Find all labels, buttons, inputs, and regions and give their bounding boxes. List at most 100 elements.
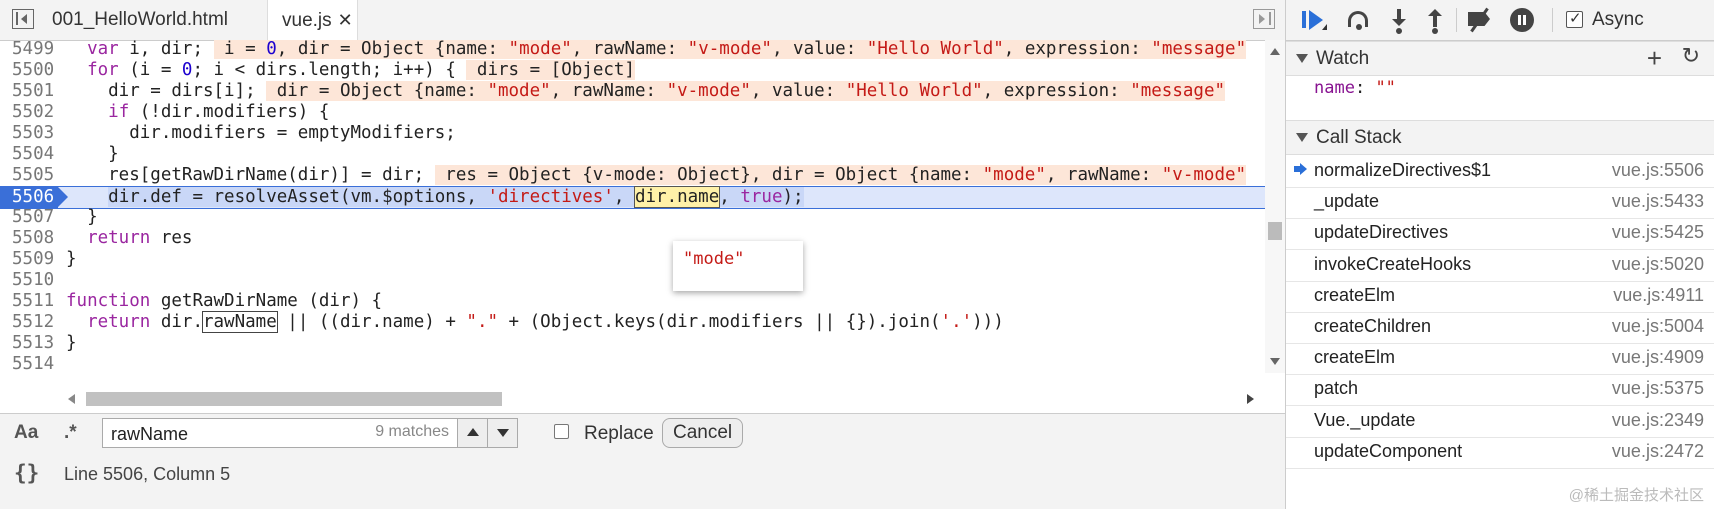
frame-location[interactable]: vue.js:4909: [1612, 347, 1704, 368]
toolbar-divider: [1552, 8, 1553, 32]
frame-location[interactable]: vue.js:5004: [1612, 316, 1704, 337]
call-frame[interactable]: Vue._update vue.js:2349: [1286, 404, 1714, 438]
editor-pane: 001_HelloWorld.html vue.js ✕ 5499 var i, …: [0, 0, 1286, 509]
refresh-icon[interactable]: ↻: [1682, 43, 1700, 69]
regex-button[interactable]: .*: [64, 422, 77, 444]
line-number[interactable]: 5508: [0, 228, 56, 249]
code-line[interactable]: 5513}: [0, 333, 1265, 354]
frame-location[interactable]: vue.js:2472: [1612, 441, 1704, 462]
line-number[interactable]: 5509: [0, 249, 56, 270]
line-number[interactable]: 5505: [0, 165, 56, 186]
toggle-debugger-icon[interactable]: [1253, 9, 1275, 29]
watch-expression[interactable]: name: "": [1314, 78, 1396, 98]
line-number[interactable]: 5507: [0, 207, 56, 228]
watch-key: name: [1314, 78, 1355, 98]
async-checkbox[interactable]: [1566, 9, 1583, 28]
add-expression-icon[interactable]: +: [1647, 43, 1662, 74]
line-number[interactable]: 5501: [0, 81, 56, 102]
frame-location[interactable]: vue.js:4911: [1613, 285, 1704, 306]
line-number[interactable]: 5506: [0, 187, 68, 208]
code-line[interactable]: 5511 function getRawDirName (dir) {: [0, 291, 1265, 312]
step-into-icon[interactable]: [1386, 6, 1414, 34]
call-frame[interactable]: _update vue.js:5433: [1286, 185, 1714, 220]
call-frame[interactable]: normalizeDirectives$1 vue.js:5506: [1286, 154, 1714, 188]
pretty-print-icon[interactable]: {}: [14, 461, 39, 485]
step-out-icon[interactable]: [1422, 6, 1450, 34]
line-number[interactable]: 5514: [0, 354, 56, 373]
call-frame[interactable]: createChildren vue.js:5004: [1286, 310, 1714, 344]
line-number[interactable]: 5511: [0, 291, 56, 312]
line-number[interactable]: 5504: [0, 144, 56, 165]
call-frame[interactable]: invokeCreateHooks vue.js:5020: [1286, 248, 1714, 282]
code-text: function getRawDirName (dir) {: [66, 291, 383, 311]
next-match-icon[interactable]: [488, 419, 517, 447]
code-line[interactable]: 5512 return dir.rawName || ((dir.name) +…: [0, 311, 1265, 333]
call-frame[interactable]: updateDirectives vue.js:5425: [1286, 216, 1714, 251]
resume-icon[interactable]: [1300, 6, 1328, 34]
frame-function: createElm: [1314, 284, 1396, 305]
line-number[interactable]: 5513: [0, 333, 56, 354]
line-number[interactable]: 5499: [0, 40, 56, 60]
code-line[interactable]: 5503 dir.modifiers = emptyModifiers;: [0, 123, 1265, 144]
frame-location[interactable]: vue.js:5506: [1612, 160, 1704, 181]
previous-match-icon[interactable]: [458, 419, 488, 447]
replace-checkbox[interactable]: [554, 424, 569, 439]
tab-vue-js[interactable]: vue.js ✕: [268, 0, 358, 41]
code-line[interactable]: 5510: [0, 270, 1265, 291]
step-over-icon[interactable]: [1346, 6, 1374, 34]
call-frame[interactable]: createElm vue.js:4911: [1286, 279, 1714, 313]
close-icon[interactable]: ✕: [338, 10, 353, 30]
vertical-scrollbar[interactable]: [1265, 40, 1285, 373]
pause-on-exceptions-icon[interactable]: [1508, 6, 1536, 34]
call-frame[interactable]: createElm vue.js:4909: [1286, 341, 1714, 376]
code-line[interactable]: 5508 return res: [0, 228, 1265, 249]
line-number[interactable]: 5500: [0, 60, 56, 81]
code-line[interactable]: 5505 res[getRawDirName(dir)] = dir; res …: [0, 165, 1265, 186]
scroll-left-icon[interactable]: [68, 394, 75, 404]
code-text: return res: [87, 228, 193, 248]
watermark: @稀土掘金技术社区: [1568, 487, 1704, 504]
line-number[interactable]: 5510: [0, 270, 56, 291]
code-line[interactable]: 5501 dir = dirs[i]; dir = Object {name: …: [0, 81, 1265, 102]
frame-location[interactable]: vue.js:5375: [1612, 378, 1704, 399]
tab-hello-world-html[interactable]: 001_HelloWorld.html: [38, 0, 268, 40]
debugger-sidebar: Async Watch + ↻ name: "" Call Stack norm…: [1286, 0, 1714, 509]
current-code-line[interactable]: 5506 dir.def = resolveAsset(vm.$options,…: [0, 186, 1265, 209]
call-frame[interactable]: updateComponent vue.js:2472: [1286, 435, 1714, 469]
cancel-button[interactable]: Cancel: [662, 418, 744, 448]
code-line[interactable]: 5509}: [0, 249, 1265, 270]
code-editor[interactable]: 5499 var i, dir; i = 0, dir = Object {na…: [0, 40, 1265, 373]
line-number[interactable]: 5512: [0, 312, 56, 333]
code-line[interactable]: 5514: [0, 354, 1265, 373]
code-line[interactable]: 5502 if (!dir.modifiers) {: [0, 102, 1265, 123]
code-text: for (i = 0; i < dirs.length; i++) { dirs…: [87, 60, 635, 80]
callstack-section-header[interactable]: Call Stack: [1286, 120, 1714, 155]
line-number[interactable]: 5502: [0, 102, 56, 123]
code-line[interactable]: 5500 for (i = 0; i < dirs.length; i++) {…: [0, 60, 1265, 81]
line-number[interactable]: 5503: [0, 123, 56, 144]
search-bar: Aa .* 9 matches Replace Cancel: [0, 413, 1285, 454]
code-text: var i, dir; i = 0, dir = Object {name: "…: [87, 40, 1247, 59]
toggle-navigator-icon[interactable]: [12, 9, 34, 29]
scroll-right-icon[interactable]: [1247, 394, 1254, 404]
frame-location[interactable]: vue.js:5433: [1612, 191, 1704, 212]
deactivate-breakpoints-icon[interactable]: [1466, 6, 1494, 34]
horizontal-scrollbar[interactable]: [66, 389, 1256, 409]
call-frame[interactable]: patch vue.js:5375: [1286, 372, 1714, 407]
scroll-thumb[interactable]: [1268, 222, 1282, 240]
scroll-thumb[interactable]: [86, 392, 502, 406]
watch-section-header[interactable]: Watch + ↻: [1286, 41, 1714, 76]
callstack-title: Call Stack: [1316, 127, 1402, 148]
watch-title: Watch: [1316, 48, 1370, 69]
match-case-button[interactable]: Aa: [14, 422, 38, 444]
code-line[interactable]: 5507 }: [0, 207, 1265, 228]
code-line[interactable]: 5504 }: [0, 144, 1265, 165]
scroll-down-icon[interactable]: [1270, 358, 1280, 365]
frame-location[interactable]: vue.js:5020: [1612, 254, 1704, 275]
scroll-up-icon[interactable]: [1270, 48, 1280, 55]
search-input[interactable]: [109, 420, 343, 448]
frame-location[interactable]: vue.js:2349: [1612, 410, 1704, 431]
code-line[interactable]: 5499 var i, dir; i = 0, dir = Object {na…: [0, 40, 1265, 60]
search-field[interactable]: 9 matches: [102, 418, 458, 448]
frame-location[interactable]: vue.js:5425: [1612, 222, 1704, 243]
